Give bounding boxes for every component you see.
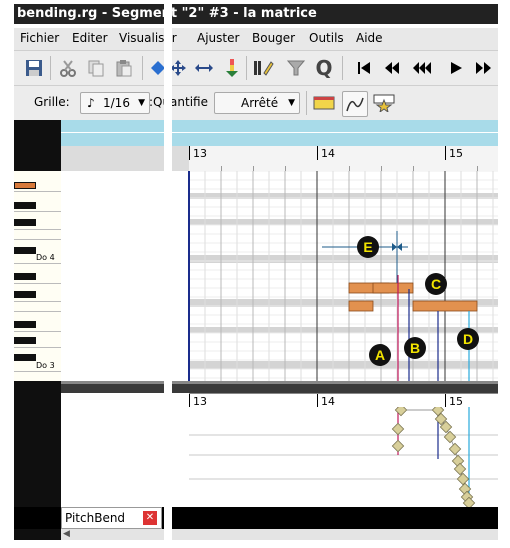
grid-select-value: 1/16 — [103, 96, 130, 110]
window-title: bending.rg - Segment "2" #3 - la matrice — [14, 4, 501, 24]
resize-tool-icon[interactable] — [192, 56, 216, 80]
ruler-top[interactable]: 13 14 15 — [189, 146, 498, 171]
note-event — [412, 300, 478, 312]
annotation-b: B — [404, 337, 426, 359]
svg-text:E: E — [363, 239, 372, 255]
fast-forward-icon[interactable] — [472, 56, 496, 80]
svg-text:C: C — [431, 276, 441, 292]
pitch-point — [394, 403, 408, 417]
annotation-a: A — [369, 344, 391, 366]
ruler-bar-13: 13 — [193, 147, 207, 160]
chevron-down-icon: ▼ — [288, 98, 295, 108]
chevron-down-icon: ▼ — [138, 98, 145, 108]
quantize-icon[interactable]: Q — [312, 56, 336, 80]
toolbar: Q — [14, 51, 498, 86]
svg-text:D: D — [463, 331, 473, 347]
quantize-select-value: Arrêté — [241, 96, 279, 110]
segment-strip — [61, 120, 498, 146]
grid-select[interactable]: ♪ 1/16 ▼ — [80, 92, 150, 114]
copy-icon[interactable] — [84, 56, 108, 80]
piano-key-black[interactable] — [14, 354, 36, 361]
piano-label-do4: Do 4 — [36, 253, 55, 262]
pitchbend-pane[interactable] — [61, 403, 498, 510]
rewind-start-icon[interactable] — [352, 56, 376, 80]
note-event — [372, 282, 414, 294]
piano-key-black[interactable] — [14, 337, 36, 344]
ruler-bottom[interactable]: 13 14 15 — [189, 393, 498, 408]
pitchbend-tab-label: PitchBend — [65, 511, 126, 525]
pane-splitter[interactable] — [61, 381, 498, 393]
filter-icon[interactable] — [284, 56, 308, 80]
close-icon[interactable]: ✕ — [143, 511, 157, 525]
scroll-left-icon[interactable]: ◀ — [63, 529, 70, 539]
play-icon[interactable] — [444, 56, 468, 80]
piano-key-black[interactable] — [14, 273, 36, 280]
quantize-label: Quantifie: — [150, 95, 208, 109]
menu-outils[interactable]: Outils — [309, 31, 344, 45]
pitch-point — [456, 472, 470, 486]
quantize-select[interactable]: Arrêté ▼ — [214, 92, 300, 114]
horizontal-scrollbar[interactable]: ◀ — [61, 529, 498, 540]
velocity-bar-icon[interactable] — [312, 91, 336, 115]
annotation-e: E — [357, 236, 379, 258]
cut-icon[interactable] — [56, 56, 80, 80]
piano-keyboard[interactable]: Do 4 Do 3 — [14, 171, 61, 381]
note-tool-icon[interactable] — [252, 56, 276, 80]
options-bar: Grille: ♪ 1/16 ▼ Quantifie: Arrêté ▼ — [14, 86, 498, 121]
grid-label: Grille: — [34, 95, 70, 109]
ruler-bar-15: 15 — [449, 147, 463, 160]
title-bar: bending.rg - Segment "2" #3 - la matrice — [0, 0, 510, 28]
menu-bouger[interactable]: Bouger — [252, 31, 295, 45]
pitch-point — [448, 442, 462, 456]
piano-key-black[interactable] — [14, 202, 36, 209]
rewind-icon[interactable] — [380, 56, 404, 80]
piano-key-highlighted[interactable] — [14, 182, 36, 189]
note-icon: ♪ — [87, 96, 95, 110]
note-matrix[interactable]: E C A B D — [61, 170, 510, 381]
pitch-point — [391, 422, 405, 436]
velocity-icon[interactable] — [220, 56, 244, 80]
fast-rewind-icon[interactable] — [410, 56, 434, 80]
piano-label-do3: Do 3 — [36, 361, 55, 370]
menu-editer[interactable]: Editer — [72, 31, 108, 45]
ruler-bar-14: 14 — [321, 147, 335, 160]
annotation-c: C — [425, 273, 447, 295]
paste-icon[interactable] — [112, 56, 136, 80]
piano-key-black[interactable] — [14, 219, 36, 226]
menu-ajuster[interactable]: Ajuster — [197, 31, 239, 45]
annotation-d: D — [457, 328, 479, 350]
pitch-curve-icon[interactable] — [342, 91, 368, 117]
svg-text:B: B — [410, 340, 420, 356]
pitch-point — [391, 439, 405, 453]
menu-fichier[interactable]: Fichier — [20, 31, 59, 45]
piano-key-black[interactable] — [14, 291, 36, 298]
menu-aide[interactable]: Aide — [356, 31, 383, 45]
pitchbend-graph[interactable] — [61, 403, 498, 510]
piano-key-black[interactable] — [14, 247, 36, 254]
star-tool-icon[interactable] — [372, 91, 396, 115]
svg-text:A: A — [375, 347, 385, 363]
pitchbend-tab[interactable]: PitchBend ✕ — [61, 507, 162, 529]
menu-bar: Fichier Editer Visualiser Ajuster Bouger… — [14, 28, 498, 51]
save-icon[interactable] — [22, 56, 46, 80]
piano-key-black[interactable] — [14, 321, 36, 328]
note-grid[interactable]: E C A B D — [61, 170, 510, 381]
note-event — [348, 300, 374, 312]
